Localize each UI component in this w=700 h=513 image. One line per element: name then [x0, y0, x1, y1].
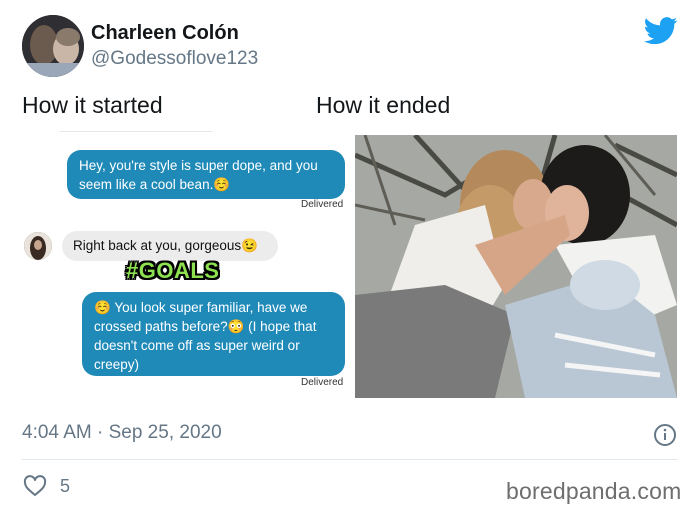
heart-icon[interactable]: [23, 475, 47, 497]
couple-photo[interactable]: [355, 135, 677, 398]
goals-sticker: #GOALS: [126, 258, 220, 283]
tweet-timestamp[interactable]: 4:04 AM · Sep 25, 2020: [22, 422, 222, 444]
author-display-name[interactable]: Charleen Colón: [91, 22, 239, 45]
tweet-card: Charleen Colón @Godessoflove123 How it s…: [0, 0, 700, 513]
outgoing-message-1: Hey, you're style is super dope, and you…: [67, 150, 345, 199]
like-count: 5: [60, 476, 71, 496]
twitter-bird-icon[interactable]: [644, 17, 678, 45]
info-icon[interactable]: [653, 423, 677, 447]
caption-how-it-ended: How it ended: [316, 92, 451, 118]
delivered-status-2: Delivered: [301, 377, 344, 388]
caption-how-it-started: How it started: [22, 92, 163, 118]
delivered-status-1: Delivered: [301, 199, 344, 210]
chat-contact-avatar: [24, 232, 52, 260]
author-avatar[interactable]: [22, 15, 84, 77]
chat-divider: [60, 131, 212, 132]
author-handle[interactable]: @Godessoflove123: [91, 48, 258, 70]
chat-screenshot: Hey, you're style is super dope, and you…: [22, 128, 350, 396]
boredpanda-watermark: boredpanda.com: [506, 478, 682, 504]
outgoing-message-2: ☺️ You look super familiar, have we cros…: [82, 292, 345, 376]
incoming-message: Right back at you, gorgeous😉: [62, 231, 278, 261]
footer-divider: [22, 459, 678, 460]
